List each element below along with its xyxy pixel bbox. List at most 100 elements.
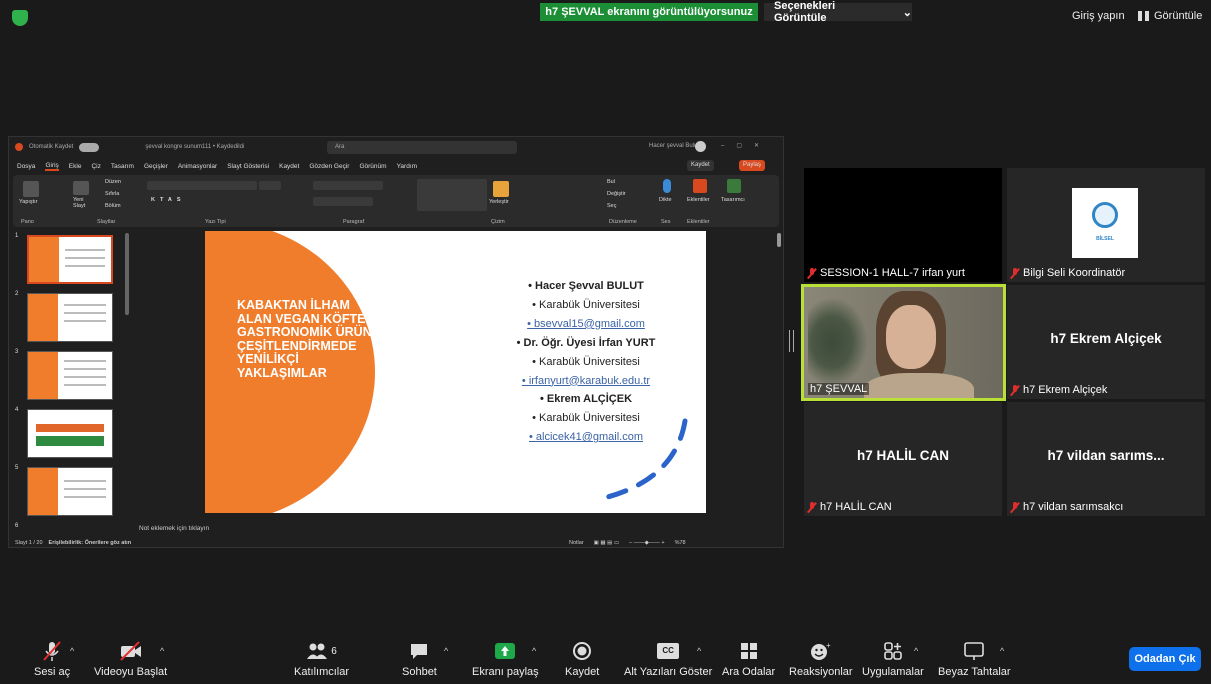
chat-options-caret-icon[interactable]: ^: [444, 646, 448, 656]
view-mode-icons[interactable]: ▣ ▦ ▤ ▭: [594, 540, 619, 546]
designer-icon[interactable]: [727, 179, 741, 193]
reactions-button[interactable]: + Reaksiyonlar: [789, 640, 853, 678]
view-options-button[interactable]: Seçenekleri Görüntüle ⌄: [764, 0, 912, 24]
notes-placeholder[interactable]: Not eklemek için tıklayın: [133, 523, 781, 535]
participant-tile[interactable]: SESSION-1 HALL-7 irfan yurt: [804, 168, 1002, 282]
slide-thumbnail-2[interactable]: [27, 293, 113, 342]
author-1-name: • Hacer Şevval BULUT: [528, 280, 644, 292]
menu-slayt-gosterisi[interactable]: Slayt Gösterisi: [227, 163, 269, 170]
share-banner: h7 ŞEVVAL ekranını görüntülüyorsunuz: [540, 3, 758, 21]
menu-giris[interactable]: Giriş: [45, 162, 59, 171]
share-screen-label: Ekranı paylaş: [472, 666, 539, 678]
book-globe-icon: [1092, 202, 1118, 228]
record-button[interactable]: Kaydet: [565, 640, 599, 678]
section-button[interactable]: Bölüm: [105, 203, 121, 209]
addins-icon[interactable]: [693, 179, 707, 193]
addins-label[interactable]: Eklentiler: [687, 197, 710, 203]
start-video-button[interactable]: Videoyu Başlat: [94, 640, 167, 678]
group-yazi-tipi: Yazı Tipi: [205, 219, 226, 225]
menu-ciz[interactable]: Çiz: [91, 163, 100, 170]
ppt-avatar[interactable]: [695, 141, 706, 152]
microphone-icon[interactable]: [663, 179, 671, 193]
font-name-select[interactable]: [147, 181, 257, 190]
ppt-search[interactable]: Ara: [327, 141, 517, 154]
participant-name-tag: h7 Ekrem Alçiçek: [1011, 384, 1107, 396]
author-1-email[interactable]: • bsevval15@gmail.com: [451, 315, 706, 334]
leave-meeting-button[interactable]: Odadan Çık: [1129, 647, 1201, 671]
panel-resize-handle[interactable]: [789, 330, 794, 352]
window-controls-icon[interactable]: –▢✕: [721, 142, 771, 149]
arrange-label[interactable]: Yerleştir: [489, 199, 509, 205]
thumb-number: 1: [15, 233, 19, 239]
signin-button[interactable]: Giriş yapın: [1072, 10, 1125, 22]
autosave-toggle[interactable]: [79, 142, 100, 152]
blue-dashed-arc-decoration: [597, 418, 688, 502]
participant-tile[interactable]: BİLSEL Bilgi Seli Koordinatör: [1007, 168, 1205, 282]
menu-gecisler[interactable]: Geçişler: [144, 163, 168, 170]
participant-tile[interactable]: h7 HALİL CAN h7 HALİL CAN: [804, 402, 1002, 516]
accessibility-status[interactable]: Erişilebilirlik: Önerilere göz atın: [49, 540, 132, 546]
paste-icon[interactable]: [23, 181, 39, 197]
breakout-rooms-button[interactable]: Ara Odalar: [722, 640, 775, 678]
dictate-label[interactable]: Dikte: [659, 197, 672, 203]
view-grid-icon: [1138, 11, 1149, 21]
shapes-gallery[interactable]: [417, 179, 487, 211]
new-slide-label[interactable]: Yeni Slayt: [73, 197, 93, 209]
participant-tile[interactable]: h7 Ekrem Alçiçek h7 Ekrem Alçiçek: [1007, 285, 1205, 399]
slide-scrollbar[interactable]: [777, 233, 781, 247]
menu-tasarim[interactable]: Tasarım: [111, 163, 134, 170]
menu-gorunum[interactable]: Görünüm: [359, 163, 386, 170]
zoom-level: %78: [674, 540, 686, 546]
apps-options-caret-icon[interactable]: ^: [914, 646, 918, 656]
paste-label[interactable]: Yapıştır: [19, 199, 38, 205]
captions-options-caret-icon[interactable]: ^: [697, 646, 701, 656]
slide-thumbnail-1[interactable]: [27, 235, 113, 284]
active-speaker-tile[interactable]: h7 ŞEVVAL: [801, 284, 1006, 401]
reactions-smiley-icon: +: [810, 640, 832, 662]
font-format-icons[interactable]: KTAS: [151, 197, 186, 203]
new-slide-icon[interactable]: [73, 181, 89, 195]
participants-button[interactable]: 6 Katılımcılar: [294, 640, 349, 678]
slide-thumbnail-3[interactable]: [27, 351, 113, 400]
share-options-caret-icon[interactable]: ^: [532, 646, 536, 656]
whiteboard-options-caret-icon[interactable]: ^: [1000, 646, 1004, 656]
alignment-tools[interactable]: [313, 197, 373, 206]
replace-button[interactable]: Değiştir: [607, 191, 626, 197]
paragraph-tools[interactable]: [313, 181, 383, 190]
file-name: şevval kongre sunum111 • Kaydedildi: [145, 144, 245, 150]
menu-animasyonlar[interactable]: Animasyonlar: [178, 163, 217, 170]
security-shield-icon[interactable]: [12, 10, 28, 26]
thumbnail-scrollbar[interactable]: [125, 233, 129, 315]
font-size-select[interactable]: [259, 181, 281, 190]
menu-yardim[interactable]: Yardım: [397, 163, 417, 170]
muted-mic-icon: [1011, 384, 1019, 396]
layout-button[interactable]: Düzen: [105, 179, 121, 185]
arrange-icon[interactable]: [493, 181, 509, 197]
participant-tile[interactable]: h7 vildan sarıms... h7 vildan sarımsakcı: [1007, 402, 1205, 516]
select-button[interactable]: Seç: [607, 203, 616, 209]
menu-ekle[interactable]: Ekle: [69, 163, 82, 170]
menu-gozden-gecir[interactable]: Gözden Geçir: [309, 163, 349, 170]
find-button[interactable]: Bul: [607, 179, 615, 185]
shared-screen: Otomatik Kaydet şevval kongre sunum111 •…: [8, 136, 784, 548]
chat-button[interactable]: Sohbet: [402, 640, 437, 678]
ppt-record-button[interactable]: Kaydet: [687, 160, 714, 171]
slide-thumbnail-4[interactable]: [27, 409, 113, 458]
reset-button[interactable]: Sıfırla: [105, 191, 119, 197]
menu-kaydet[interactable]: Kaydet: [279, 163, 299, 170]
zoom-slider[interactable]: – ——◆—— +: [629, 540, 665, 546]
current-slide: KABAKTAN İLHAM ALAN VEGAN KÖFTE: GASTRON…: [205, 231, 706, 513]
audio-options-caret-icon[interactable]: ^: [70, 646, 74, 656]
designer-label[interactable]: Tasarımcı: [721, 197, 745, 203]
notes-toggle[interactable]: Notlar: [569, 540, 584, 546]
video-options-caret-icon[interactable]: ^: [160, 646, 164, 656]
menu-dosya[interactable]: Dosya: [17, 163, 35, 170]
author-2-email[interactable]: • irfanyurt@karabuk.edu.tr: [451, 372, 706, 391]
participants-icon: 6: [306, 640, 337, 662]
participants-label: Katılımcılar: [294, 666, 350, 678]
ppt-share-button[interactable]: Paylaş: [739, 160, 766, 171]
share-screen-button[interactable]: Ekranı paylaş: [472, 640, 539, 678]
view-button[interactable]: Görüntüle: [1138, 10, 1202, 22]
slide-thumbnail-5[interactable]: [27, 467, 113, 516]
unmute-button[interactable]: Sesi aç: [34, 640, 70, 678]
